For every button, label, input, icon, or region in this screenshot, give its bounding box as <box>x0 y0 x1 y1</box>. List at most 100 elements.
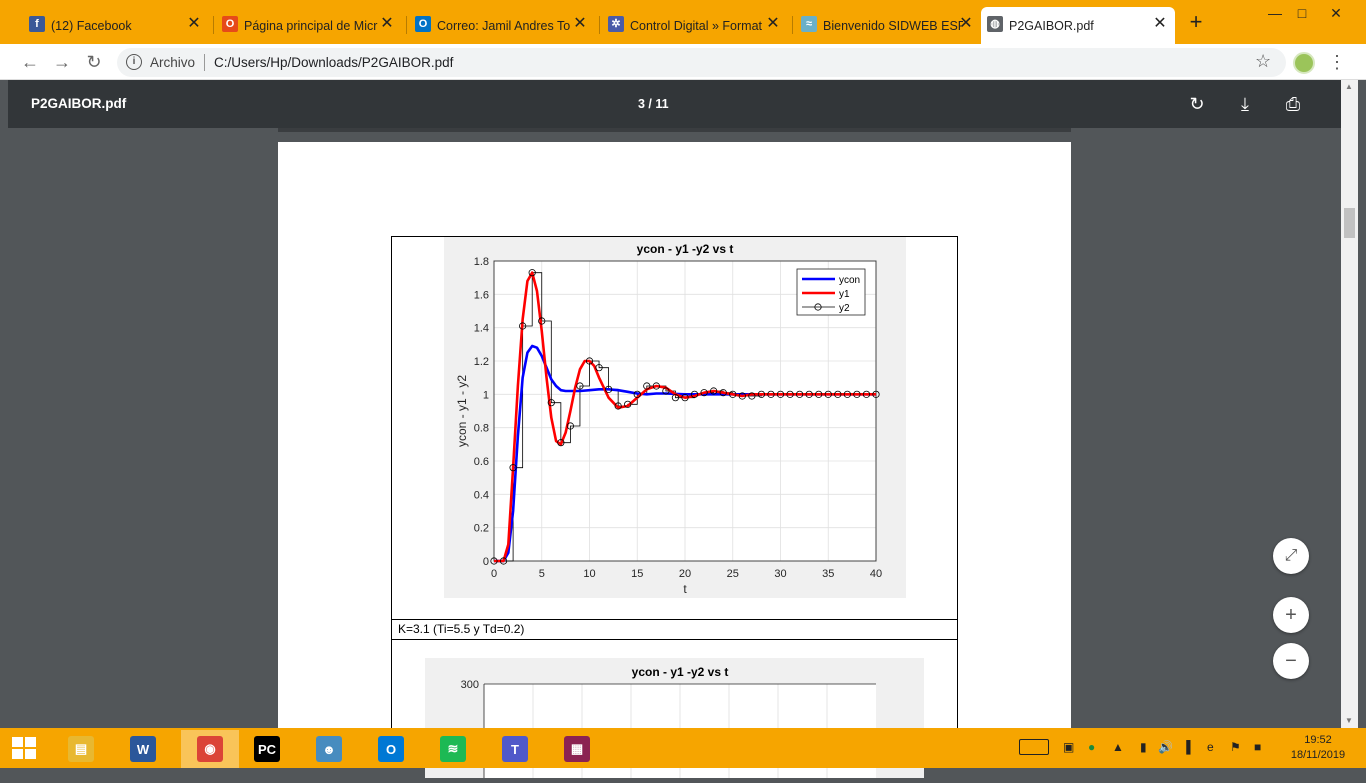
tab-0[interactable]: f (12) Facebook ✕ <box>23 7 209 44</box>
tab-close-icon[interactable]: ✕ <box>571 15 589 33</box>
new-tab-button[interactable]: + <box>1186 11 1206 33</box>
close-window-button[interactable]: ✕ <box>1313 0 1359 28</box>
zoom-out-button[interactable]: − <box>1273 643 1309 679</box>
tab-strip: f (12) Facebook ✕ O Página principal de Micr… <box>0 0 1366 44</box>
tab-title: Bienvenido SIDWEB ESP <box>823 18 963 33</box>
back-button[interactable]: ← <box>19 51 41 73</box>
page-indicator[interactable]: 3 / 11 <box>638 97 669 111</box>
taskbar-teams[interactable]: T <box>491 730 539 768</box>
tab-title: P2GAIBOR.pdf <box>1009 18 1094 33</box>
drive-icon[interactable]: ▲ <box>1112 740 1124 754</box>
start-windows-icon[interactable] <box>12 737 36 759</box>
page-shadow-edge <box>278 128 1071 132</box>
flag-icon[interactable]: ⚑ <box>1230 740 1241 754</box>
tab-favicon-icon: f <box>29 16 45 32</box>
x-tick-label: 40 <box>870 568 882 580</box>
tab-5[interactable]: ◍ P2GAIBOR.pdf ✕ <box>981 7 1175 44</box>
menu-kebab-icon[interactable]: ⋮ <box>1328 52 1346 72</box>
tab-favicon-icon: ◍ <box>987 16 1003 32</box>
pycharm-icon: PC <box>254 736 280 762</box>
chart-title: ycon - y1 -y2 vs t <box>637 242 734 256</box>
network-app-icon[interactable]: ▣ <box>1063 740 1074 754</box>
pdf-page: 0 5 10 15 20 25 30 35 40 0 0.2 0.4 0.6 0.8 1 1.2 1.4 1.6 1… <box>278 142 1071 783</box>
reload-button[interactable]: ↻ <box>83 51 105 73</box>
pdf-viewer[interactable]: 0 5 10 15 20 25 30 35 40 0 0.2 0.4 0.6 0.8 1 1.2 1.4 1.6 1… <box>8 128 1341 783</box>
y-tick-label: 0.8 <box>474 423 489 435</box>
zoom-in-button[interactable]: + <box>1273 597 1309 633</box>
y-axis-label: ycon - y1 - y2 <box>455 375 469 447</box>
y-tick-label: 0.6 <box>474 456 489 468</box>
tab-separator <box>599 16 600 34</box>
profile-avatar[interactable] <box>1293 52 1315 74</box>
forward-button[interactable]: → <box>51 51 73 73</box>
tab-close-icon[interactable]: ✕ <box>1151 15 1169 33</box>
ie-icon[interactable]: e <box>1207 740 1214 754</box>
tab-close-icon[interactable]: ✕ <box>378 15 396 33</box>
tab-separator <box>213 16 214 34</box>
volume-icon[interactable]: 🔊 <box>1158 740 1173 754</box>
file-explorer-icon: ▤ <box>68 736 94 762</box>
x-axis-label: t <box>683 582 687 596</box>
x-tick-label: 0 <box>491 568 497 580</box>
y-tick-label: 1.6 <box>474 289 489 301</box>
taskbar-outlook[interactable]: O <box>367 730 415 768</box>
tab-close-icon[interactable]: ✕ <box>957 15 975 33</box>
figure-1: 0 5 10 15 20 25 30 35 40 0 0.2 0.4 0.6 0.8 1 1.2 1.4 1.6 1… <box>444 237 906 598</box>
bookmark-star-icon[interactable]: ☆ <box>1255 51 1271 72</box>
tab-close-icon[interactable]: ✕ <box>185 15 203 33</box>
taskbar-spotify[interactable]: ≋ <box>429 730 477 768</box>
scroll-down-arrow[interactable]: ▼ <box>1345 716 1353 725</box>
x-tick-label: 20 <box>679 568 691 580</box>
taskbar-pycharm[interactable]: PC <box>243 730 291 768</box>
y-tick-label: 1 <box>483 389 489 401</box>
tab-3[interactable]: ✲ Control Digital » Format ✕ <box>602 7 788 44</box>
print-icon[interactable]: ⎙ <box>1281 92 1305 116</box>
tab-favicon-icon: O <box>415 16 431 32</box>
figure-table: 0 5 10 15 20 25 30 35 40 0 0.2 0.4 0.6 0.8 1 1.2 1.4 1.6 1… <box>391 236 958 783</box>
x-tick-label: 25 <box>727 568 739 580</box>
omnibox-divider <box>204 54 205 71</box>
site-info-label[interactable]: Archivo <box>150 55 195 70</box>
info-icon[interactable]: i <box>126 54 142 70</box>
teams-tray-icon[interactable]: ■ <box>1254 740 1261 754</box>
tab-4[interactable]: ≈ Bienvenido SIDWEB ESP ✕ <box>795 7 981 44</box>
taskbar-file-explorer[interactable]: ▤ <box>57 730 105 768</box>
spotify-tray-icon[interactable]: ● <box>1088 740 1095 754</box>
scrollbar-thumb[interactable] <box>1344 208 1355 238</box>
wifi-icon[interactable]: ▐ <box>1182 740 1191 754</box>
taskbar-word[interactable]: W <box>119 730 167 768</box>
clock[interactable]: 19:52 18/11/2019 <box>1282 733 1354 763</box>
tab-1[interactable]: O Página principal de Micr ✕ <box>216 7 402 44</box>
taskbar-chrome[interactable]: ◉ <box>181 730 239 768</box>
taskbar-winrar[interactable]: ▦ <box>553 730 601 768</box>
x-tick-label: 35 <box>822 568 834 580</box>
battery-icon[interactable]: ▮ <box>1140 740 1147 754</box>
download-icon[interactable]: ⤓ <box>1233 92 1257 116</box>
fit-page-icon[interactable]: ⤢ <box>1273 538 1309 574</box>
y-tick-label: 1.2 <box>474 356 489 368</box>
scroll-up-arrow[interactable]: ▲ <box>1345 82 1353 91</box>
address-bar[interactable]: i Archivo C:/Users/Hp/Downloads/P2GAIBOR… <box>117 48 1286 77</box>
rotate-icon[interactable]: ↻ <box>1185 92 1209 116</box>
tab-separator <box>792 16 793 34</box>
y-tick-label: 0 <box>483 556 489 568</box>
clock-date: 18/11/2019 <box>1290 749 1346 761</box>
vertical-scrollbar[interactable]: ▲ ▼ <box>1341 80 1358 728</box>
tab-title: Correo: Jamil Andres To <box>437 18 571 33</box>
x-tick-label: 30 <box>774 568 786 580</box>
tab-title: Página principal de Micr <box>244 18 378 33</box>
clock-time: 19:52 <box>1304 734 1332 746</box>
url-text[interactable]: C:/Users/Hp/Downloads/P2GAIBOR.pdf <box>214 55 453 70</box>
tab-close-icon[interactable]: ✕ <box>764 15 782 33</box>
tab-2[interactable]: O Correo: Jamil Andres To ✕ <box>409 7 595 44</box>
x-tick-label: 5 <box>539 568 545 580</box>
godot-icon: ☻ <box>316 736 342 762</box>
winrar-icon: ▦ <box>564 736 590 762</box>
word-icon: W <box>130 736 156 762</box>
keyboard-icon[interactable] <box>1019 739 1049 755</box>
chart-title-2: ycon - y1 -y2 vs t <box>632 665 729 679</box>
teams-icon: T <box>502 736 528 762</box>
taskbar-godot[interactable]: ☻ <box>305 730 353 768</box>
outlook-icon: O <box>378 736 404 762</box>
pdf-filename: P2GAIBOR.pdf <box>31 96 127 111</box>
